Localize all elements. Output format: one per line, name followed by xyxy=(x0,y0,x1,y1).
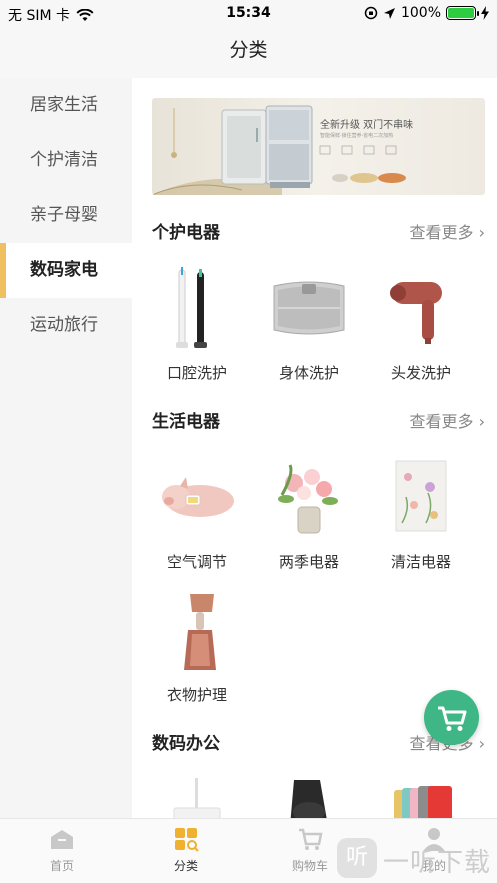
battery-percent: 100% xyxy=(400,5,441,21)
floating-cart-button[interactable] xyxy=(424,690,479,745)
sidebar-item-baby[interactable]: 亲子母婴 xyxy=(0,188,132,243)
sidebar-item-sports-travel[interactable]: 运动旅行 xyxy=(0,298,132,353)
watermark-badge: 听 xyxy=(337,838,377,878)
router-image xyxy=(152,776,242,818)
charging-icon xyxy=(481,6,489,20)
nav-bar: 分类 xyxy=(0,26,497,78)
massage-belt-image xyxy=(264,264,354,354)
hair-dryer-image xyxy=(376,264,466,354)
see-more-link[interactable]: 查看更多 › xyxy=(409,408,485,432)
wireless-charger-image xyxy=(264,776,354,818)
category-item-oral-care[interactable]: 口腔洗护 xyxy=(142,264,252,383)
plush-pig-image xyxy=(152,453,242,543)
toothbrush-image xyxy=(152,264,242,354)
category-item-cleaning-appliances[interactable]: 清洁电器 xyxy=(366,453,476,572)
floral-curtain-image xyxy=(376,453,466,543)
battery-level xyxy=(448,8,474,18)
shopping-cart-icon xyxy=(299,828,323,850)
home-icon xyxy=(51,830,73,849)
section-title: 个护电器 xyxy=(152,223,220,243)
category-item-office-2[interactable] xyxy=(254,776,364,818)
section-header-household-appliances: 生活电器 查看更多 › xyxy=(152,407,485,432)
banner-refrigerator-image xyxy=(152,105,406,195)
sidebar-item-digital-appliances[interactable]: 数码家电 xyxy=(0,243,132,298)
tab-category[interactable]: 分类 xyxy=(124,819,248,883)
section-header-personal-care-appliances: 个护电器 查看更多 › xyxy=(152,218,485,243)
category-item-hair-care[interactable]: 头发洗护 xyxy=(366,264,476,383)
banner-subline: 智能保鲜·锁住营养·省电二次加热 xyxy=(320,133,394,139)
orientation-lock-icon xyxy=(364,6,378,20)
section-title: 数码办公 xyxy=(152,734,220,754)
chevron-right-icon: › xyxy=(478,734,485,753)
garment-steamer-image xyxy=(152,586,242,676)
status-bar: 无 SIM 卡 15:34 100% xyxy=(0,0,497,26)
battery-icon xyxy=(446,6,479,20)
category-item-body-care[interactable]: 身体洗护 xyxy=(254,264,364,383)
flower-vase-image xyxy=(264,453,354,543)
category-item-office-3[interactable] xyxy=(366,776,476,818)
category-item-air-conditioning[interactable]: 空气调节 xyxy=(142,453,252,572)
chevron-right-icon: › xyxy=(478,223,485,242)
watermark-logo: 听 一听下载 xyxy=(337,836,497,880)
section-title: 生活电器 xyxy=(152,412,220,432)
phone-cases-image xyxy=(376,776,466,818)
category-sidebar: 居家生活 个护清洁 亲子母婴 数码家电 运动旅行 xyxy=(0,78,132,818)
banner-headline: 全新升级 双门不串味 xyxy=(320,120,414,131)
promo-banner[interactable]: 全新升级 双门不串味 智能保鲜·锁住营养·省电二次加热 xyxy=(152,98,485,195)
tab-home[interactable]: 首页 xyxy=(0,819,124,883)
category-item-office-1[interactable] xyxy=(142,776,252,818)
page-title: 分类 xyxy=(229,39,268,61)
category-item-garment-care[interactable]: 衣物护理 xyxy=(142,586,252,705)
category-icon xyxy=(175,828,199,852)
cart-icon xyxy=(438,706,467,731)
sidebar-item-personal-care[interactable]: 个护清洁 xyxy=(0,133,132,188)
watermark-text: 一听下载 xyxy=(383,848,492,878)
see-more-link[interactable]: 查看更多 › xyxy=(409,219,485,243)
category-item-seasonal-appliances[interactable]: 两季电器 xyxy=(254,453,364,572)
sidebar-item-home-living[interactable]: 居家生活 xyxy=(0,78,132,133)
chevron-right-icon: › xyxy=(478,412,485,431)
location-icon xyxy=(383,7,395,19)
